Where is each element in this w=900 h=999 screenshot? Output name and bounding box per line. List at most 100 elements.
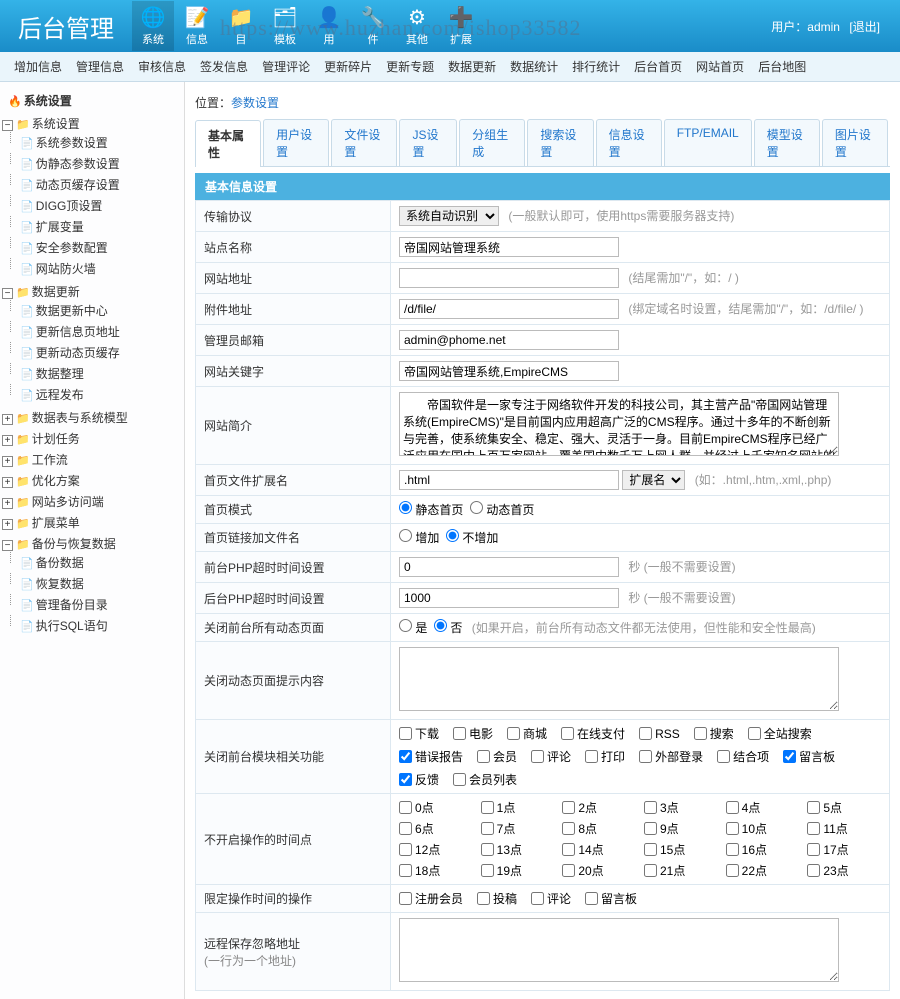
optime-item[interactable]: 11点 [807,820,881,837]
ext-input[interactable] [399,470,619,490]
closemod-item[interactable]: 下载 [399,725,439,742]
tree-toggle[interactable]: − [2,120,13,131]
tree-folder-扩展菜单[interactable]: 扩展菜单 [32,516,80,530]
closemod-item[interactable]: 电影 [453,725,493,742]
closemod-item[interactable]: 在线支付 [561,725,625,742]
optime-checkbox[interactable] [644,822,657,835]
tree-folder-数据表与系统模型[interactable]: 数据表与系统模型 [32,411,128,425]
addfile-yes-radio[interactable] [399,529,412,542]
closemod-item[interactable]: 评论 [531,748,571,765]
closemod-checkbox[interactable] [717,750,730,763]
closemod-checkbox[interactable] [585,750,598,763]
optime-checkbox[interactable] [399,801,412,814]
tree-folder-数据更新[interactable]: 数据更新 [32,285,80,299]
closemod-item[interactable]: 搜索 [694,725,734,742]
top-icon-目[interactable]: 📁目 [220,1,262,51]
closemod-checkbox[interactable] [477,750,490,763]
closedyn-no-radio[interactable] [434,619,447,632]
limitop-checkbox[interactable] [531,892,544,905]
closemod-checkbox[interactable] [399,750,412,763]
optime-item[interactable]: 17点 [807,841,881,858]
closemod-checkbox[interactable] [453,773,466,786]
tree-item-远程发布[interactable]: 远程发布 [36,388,84,402]
ignoreaddr-textarea[interactable] [399,918,839,982]
closemod-item[interactable]: 反馈 [399,771,439,788]
optime-item[interactable]: 6点 [399,820,473,837]
optime-item[interactable]: 20点 [562,862,636,879]
optime-item[interactable]: 19点 [481,862,555,879]
optime-checkbox[interactable] [481,801,494,814]
tree-folder-计划任务[interactable]: 计划任务 [32,432,80,446]
subnav-签发信息[interactable]: 签发信息 [200,58,248,75]
top-icon-模板[interactable]: 🗂模板 [264,1,306,51]
optime-checkbox[interactable] [807,801,820,814]
optime-checkbox[interactable] [644,843,657,856]
optime-item[interactable]: 5点 [807,799,881,816]
tab-模型设置[interactable]: 模型设置 [754,119,820,166]
logout-link[interactable]: [退出] [849,20,880,34]
fronttime-input[interactable] [399,557,619,577]
mode-static-radio[interactable] [399,501,412,514]
tree-toggle[interactable]: + [2,498,13,509]
intro-textarea[interactable]: 帝国软件是一家专注于网络软件开发的科技公司，其主营产品"帝国网站管理系统(Emp… [399,392,839,456]
tree-item-伪静态参数设置[interactable]: 伪静态参数设置 [36,157,120,171]
optime-checkbox[interactable] [481,843,494,856]
subnav-审核信息[interactable]: 审核信息 [138,58,186,75]
tree-toggle[interactable]: + [2,456,13,467]
closemod-checkbox[interactable] [399,727,412,740]
closedyn-yes-radio[interactable] [399,619,412,632]
ext-select[interactable]: 扩展名 [622,470,685,490]
closemod-checkbox[interactable] [783,750,796,763]
limitop-checkbox[interactable] [585,892,598,905]
optime-item[interactable]: 4点 [726,799,800,816]
optime-checkbox[interactable] [399,822,412,835]
mode-dynamic-radio[interactable] [470,501,483,514]
optime-checkbox[interactable] [807,822,820,835]
tab-搜索设置[interactable]: 搜索设置 [527,119,593,166]
tree-item-备份数据[interactable]: 备份数据 [36,556,84,570]
closemod-checkbox[interactable] [531,750,544,763]
closemod-item[interactable]: 留言板 [783,748,835,765]
tab-基本属性[interactable]: 基本属性 [195,120,261,167]
optime-checkbox[interactable] [644,864,657,877]
limitop-item[interactable]: 留言板 [585,890,637,907]
optime-checkbox[interactable] [399,864,412,877]
tree-item-执行SQL语句[interactable]: 执行SQL语句 [36,619,108,633]
optime-item[interactable]: 10点 [726,820,800,837]
closemod-checkbox[interactable] [453,727,466,740]
optime-item[interactable]: 0点 [399,799,473,816]
tree-folder-工作流[interactable]: 工作流 [32,453,68,467]
addfile-no-radio[interactable] [446,529,459,542]
optime-item[interactable]: 8点 [562,820,636,837]
closemod-item[interactable]: 全站搜索 [748,725,812,742]
optime-item[interactable]: 7点 [481,820,555,837]
closemod-item[interactable]: 会员列表 [453,771,517,788]
top-icon-其他[interactable]: ⚙其他 [396,1,438,51]
crumb-link[interactable]: 参数设置 [231,96,279,110]
closemod-item[interactable]: 会员 [477,748,517,765]
tree-item-动态页缓存设置[interactable]: 动态页缓存设置 [36,178,120,192]
closemod-checkbox[interactable] [561,727,574,740]
subnav-数据更新[interactable]: 数据更新 [448,58,496,75]
tree-toggle[interactable]: + [2,519,13,530]
optime-item[interactable]: 21点 [644,862,718,879]
limitop-item[interactable]: 评论 [531,890,571,907]
optime-item[interactable]: 22点 [726,862,800,879]
top-icon-扩展[interactable]: ➕扩展 [440,1,482,51]
optime-checkbox[interactable] [481,864,494,877]
closemod-item[interactable]: RSS [639,725,680,742]
tab-信息设置[interactable]: 信息设置 [596,119,662,166]
tree-item-数据整理[interactable]: 数据整理 [36,367,84,381]
optime-item[interactable]: 1点 [481,799,555,816]
adminemail-input[interactable] [399,330,619,350]
optime-checkbox[interactable] [726,864,739,877]
subnav-更新专题[interactable]: 更新专题 [386,58,434,75]
subnav-管理评论[interactable]: 管理评论 [262,58,310,75]
tab-JS设置[interactable]: JS设置 [399,119,457,166]
subnav-增加信息[interactable]: 增加信息 [14,58,62,75]
tree-item-系统参数设置[interactable]: 系统参数设置 [36,136,108,150]
tree-item-扩展变量[interactable]: 扩展变量 [36,220,84,234]
tree-folder-系统设置[interactable]: 系统设置 [32,117,80,131]
closemod-item[interactable]: 错误报告 [399,748,463,765]
closemod-checkbox[interactable] [639,750,652,763]
